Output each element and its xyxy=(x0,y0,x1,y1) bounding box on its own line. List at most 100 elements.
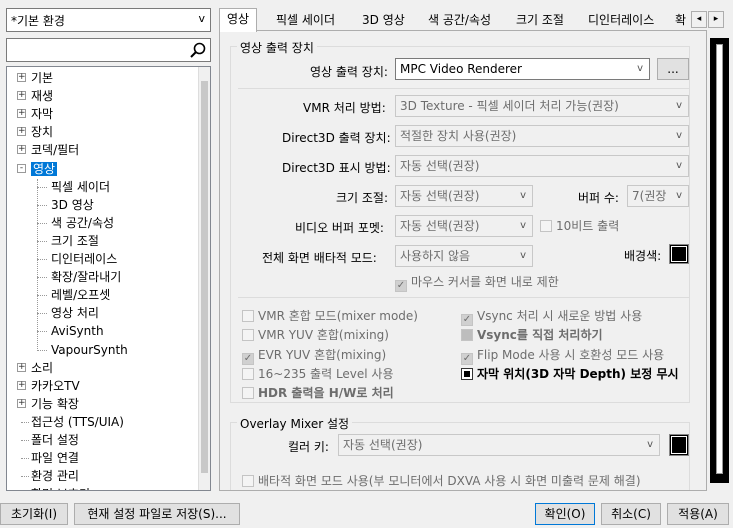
fullscreen-select[interactable]: 사용하지 않음 v xyxy=(395,245,533,267)
colorkey-swatch[interactable] xyxy=(669,434,689,456)
tree-item[interactable]: 3D 영상 xyxy=(37,196,94,214)
tree-item[interactable]: VapourSynth xyxy=(37,341,128,359)
ten-bit-checkbox[interactable]: 10비트 출력 xyxy=(540,218,619,234)
tree-item[interactable]: 화면 보호기 xyxy=(31,485,90,490)
tree-connector xyxy=(21,476,29,478)
tree-item-label: 카카오TV xyxy=(31,378,80,393)
tab-resize[interactable]: 크기 조절 xyxy=(509,10,571,31)
hdr-hw-checkbox[interactable]: HDR 출력을 H/W로 처리 xyxy=(242,385,394,401)
tree-connector xyxy=(37,186,47,188)
vmr-yuv-mixing-checkbox[interactable]: VMR YUV 혼합(mixing) xyxy=(242,327,389,343)
scroll-thumb[interactable] xyxy=(716,44,723,474)
tree-item-label: 자막 xyxy=(31,107,54,122)
tab-scroll-right-icon[interactable]: ▸ xyxy=(708,11,724,28)
scroll-track[interactable] xyxy=(710,38,729,483)
tree-scroll-thumb[interactable] xyxy=(201,81,208,473)
output-device-select[interactable]: MPC Video Renderer v xyxy=(395,58,650,80)
profile-select[interactable]: *기본 환경 v xyxy=(6,8,211,32)
tab-pixel-shader[interactable]: 픽셀 세이더 xyxy=(269,10,342,31)
tree-item[interactable]: + 장치 xyxy=(17,123,53,141)
save-current-button[interactable]: 현재 설정 파일로 저장(S)... xyxy=(74,503,240,525)
content-scrollbar[interactable] xyxy=(708,30,733,491)
expand-icon[interactable]: + xyxy=(17,91,26,101)
tree-item[interactable]: 접근성 (TTS/UIA) xyxy=(21,413,124,431)
tree-connector xyxy=(21,421,29,423)
tree-item[interactable]: 영상 처리 xyxy=(37,304,99,322)
tree-item[interactable]: + 기본 xyxy=(17,69,53,87)
vsync-new-method-checkbox[interactable]: ✓ Vsync 처리 시 새로운 방법 사용 xyxy=(461,308,642,326)
vmr-mixer-mode-checkbox[interactable]: VMR 혼합 모드(mixer mode) xyxy=(242,308,418,324)
checkbox-box: ✓ xyxy=(461,314,473,326)
buffer-select[interactable]: 7(권장 v xyxy=(627,185,689,207)
device-more-button[interactable]: ... xyxy=(657,58,689,80)
expand-icon[interactable]: + xyxy=(17,145,26,155)
expand-icon[interactable]: + xyxy=(17,380,26,390)
bgcolor-swatch[interactable] xyxy=(669,244,689,264)
tree-item[interactable]: 확장/잘라내기 xyxy=(37,268,121,286)
checkbox-box xyxy=(461,329,473,341)
tree-item-label: 크기 조절 xyxy=(51,233,99,248)
tree-connector xyxy=(37,349,47,351)
tab-deinterlace[interactable]: 디인터레이스 xyxy=(581,10,661,31)
chevron-down-icon: v xyxy=(676,190,682,201)
tree-item[interactable]: + 코덱/필터 xyxy=(17,141,79,159)
expand-icon[interactable]: + xyxy=(17,109,26,119)
expand-icon[interactable]: + xyxy=(17,127,26,137)
checkbox-box xyxy=(242,387,254,399)
search-icon[interactable] xyxy=(189,41,207,59)
ok-button[interactable]: 확인(O) xyxy=(535,503,595,525)
tree-scrollbar[interactable] xyxy=(198,67,210,490)
settings-tree[interactable]: + 기본 + 재생 + 자막 + 장치 + 코덱/필터 - 영상 픽셀 세이더 3D 영상 색 공간/속성 크… xyxy=(6,66,211,491)
tree-item[interactable]: 레벨/오프셋 xyxy=(37,286,110,304)
tree-item-label: 파일 연결 xyxy=(31,451,79,466)
tree-item[interactable]: + 카카오TV xyxy=(17,377,80,395)
expand-icon[interactable]: + xyxy=(17,73,26,82)
search-input[interactable] xyxy=(6,38,211,62)
checkbox-box: ✓ xyxy=(395,280,407,292)
video-buffer-select[interactable]: 자동 선택(권장) v xyxy=(395,215,533,237)
tree-item[interactable]: - 영상 xyxy=(17,160,58,178)
mouse-confine-checkbox[interactable]: ✓ 마우스 커서를 화면 내로 제한 xyxy=(395,274,559,292)
tree-item[interactable]: + 소리 xyxy=(17,359,53,377)
tree-item[interactable]: + 자막 xyxy=(17,105,54,123)
chevron-down-icon: v xyxy=(198,12,205,25)
evr-yuv-mixing-checkbox[interactable]: ✓ EVR YUV 혼합(mixing) xyxy=(242,347,386,365)
exclusive-mode-checkbox[interactable]: 배타적 화면 모드 사용(부 모니터에서 DXVA 사용 시 화면 미출력 문제… xyxy=(242,473,641,489)
tree-item-label: AviSynth xyxy=(51,324,104,339)
d3d-display-select[interactable]: 자동 선택(권장) v xyxy=(395,155,689,177)
apply-button[interactable]: 적용(A) xyxy=(667,503,729,525)
tab-more[interactable]: 확 xyxy=(671,10,693,31)
tree-item[interactable]: + 재생 xyxy=(17,87,54,105)
tab-color-space[interactable]: 색 공간/속성 xyxy=(421,10,498,31)
divider xyxy=(238,297,690,298)
vsync-manual-checkbox[interactable]: Vsync를 직접 처리하기 xyxy=(461,327,603,343)
tree-item[interactable]: 크기 조절 xyxy=(37,232,99,250)
tree-item[interactable]: AviSynth xyxy=(37,322,104,340)
tree-item[interactable]: 환경 관리 xyxy=(21,467,79,485)
checkbox-box xyxy=(461,368,473,380)
tree-item[interactable]: + 기능 확장 xyxy=(17,395,79,413)
tree-item-label: 재생 xyxy=(31,89,54,104)
divider xyxy=(238,88,690,89)
level-16-235-checkbox[interactable]: 16~235 출력 Level 사용 xyxy=(242,366,394,382)
tab-video[interactable]: 영상 xyxy=(219,8,258,32)
tree-item[interactable]: 파일 연결 xyxy=(21,449,79,467)
tree-item[interactable]: 색 공간/속성 xyxy=(37,214,114,232)
tree-connector xyxy=(21,440,29,441)
tree-item[interactable]: 디인터레이스 xyxy=(37,250,117,268)
collapse-icon[interactable]: - xyxy=(17,163,26,173)
d3d-output-select[interactable]: 적절한 장치 사용(권장) v xyxy=(395,125,689,147)
reset-button[interactable]: 초기화(I) xyxy=(0,503,68,525)
subtitle-depth-ignore-checkbox[interactable]: 자막 위치(3D 자막 Depth) 보정 무시 xyxy=(461,366,679,382)
tab-scroll-left-icon[interactable]: ◂ xyxy=(691,11,707,28)
flip-mode-compat-checkbox[interactable]: ✓ Flip Mode 사용 시 호환성 모드 사용 xyxy=(461,347,664,365)
colorkey-select[interactable]: 자동 선택(권장) v xyxy=(338,434,660,456)
tree-item[interactable]: 픽셀 세이더 xyxy=(37,178,110,196)
expand-icon[interactable]: + xyxy=(17,398,26,408)
tab-3d-video[interactable]: 3D 영상 xyxy=(355,10,412,31)
tree-item[interactable]: 폴더 설정 xyxy=(21,431,79,449)
cancel-button[interactable]: 취소(C) xyxy=(601,503,661,525)
resize-select[interactable]: 자동 선택(권장) v xyxy=(395,185,533,207)
vmr-method-select[interactable]: 3D Texture - 픽셀 세이더 처리 가능(권장) v xyxy=(395,95,689,117)
expand-icon[interactable]: + xyxy=(17,362,26,372)
